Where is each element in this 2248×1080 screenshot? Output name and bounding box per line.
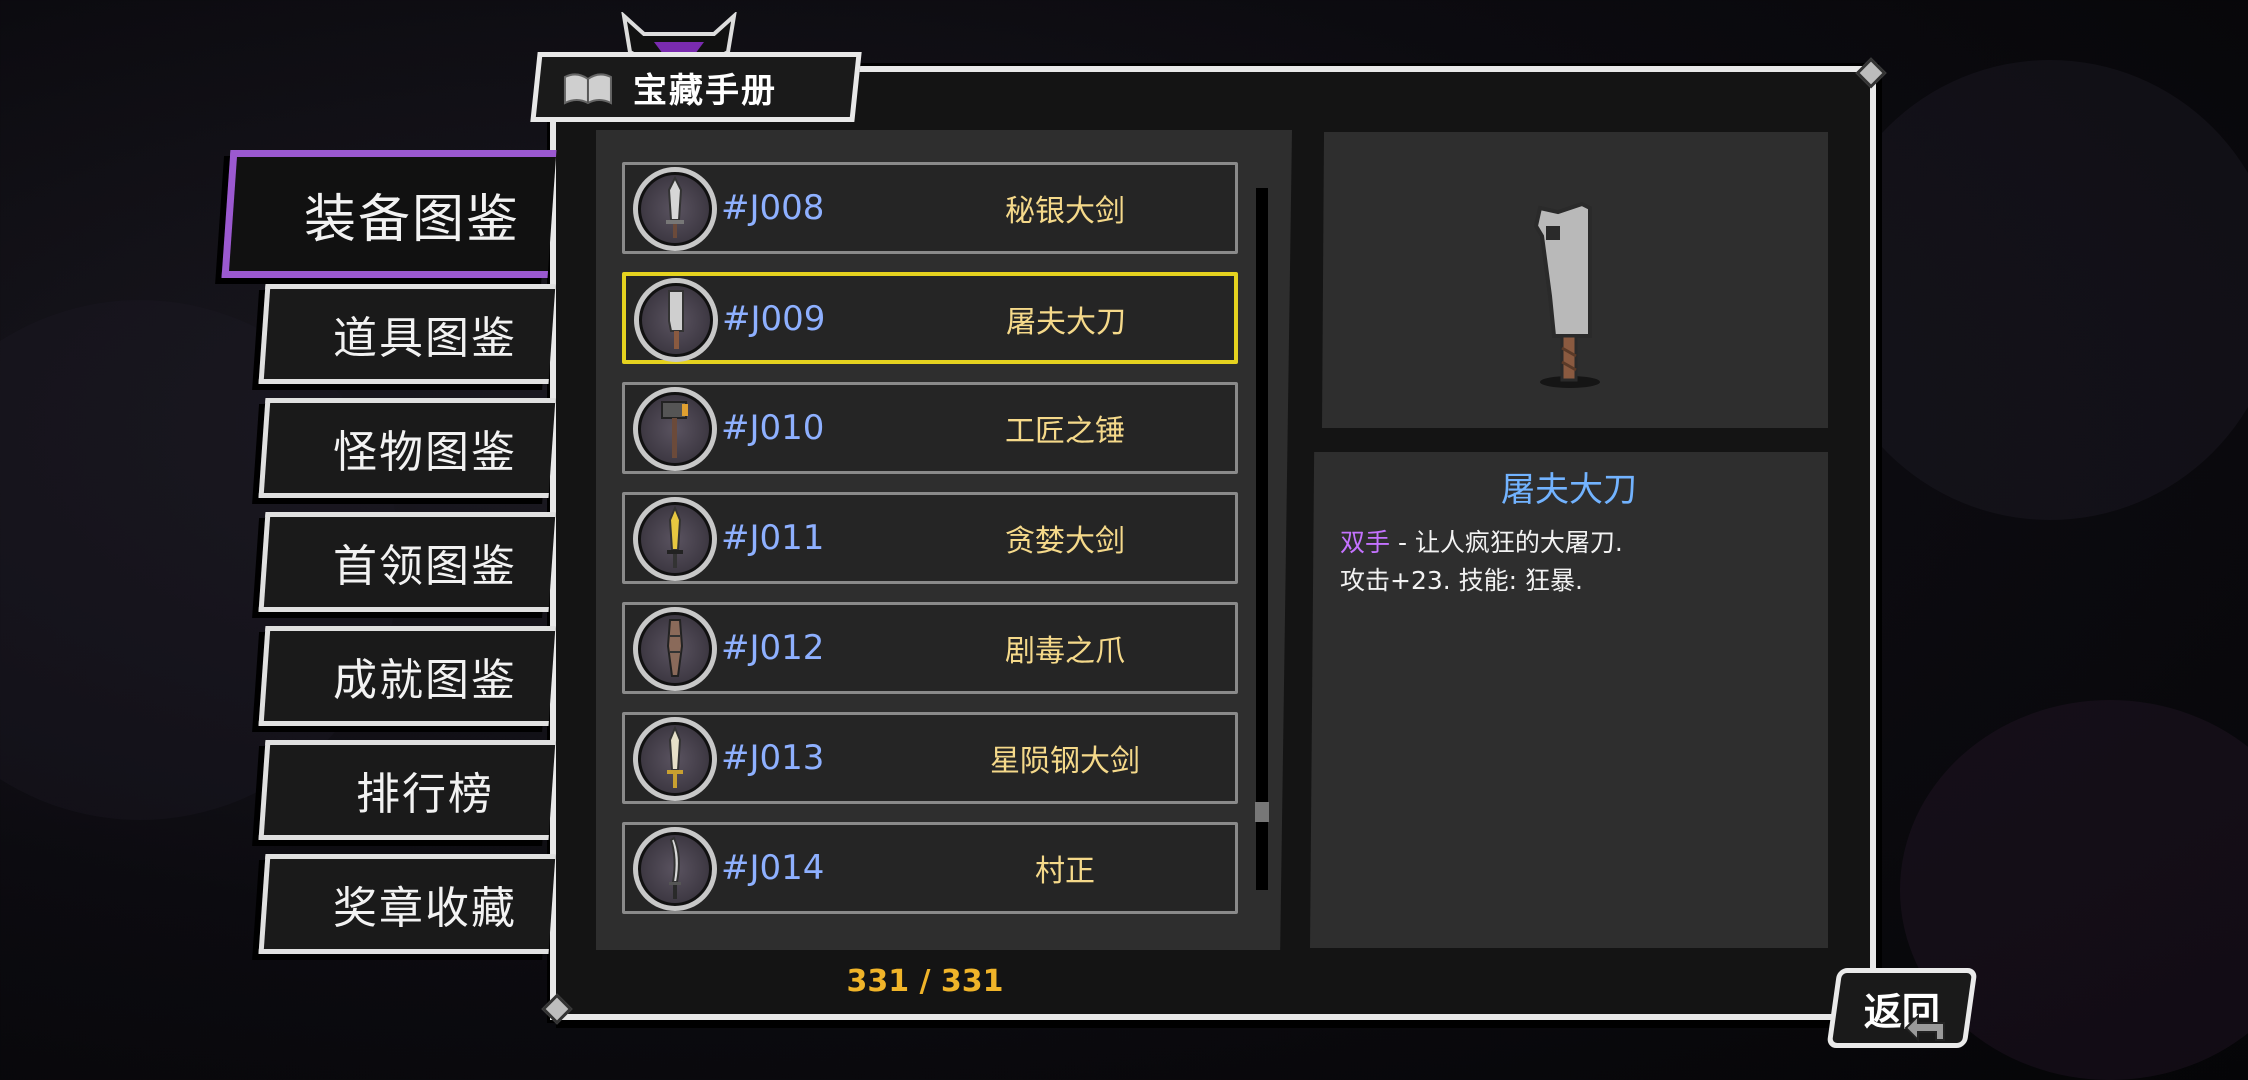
tab-label: 首领图鉴: [332, 541, 517, 592]
tab-leaderboard[interactable]: 排行榜: [258, 740, 556, 840]
cleaver-icon: [1533, 201, 1600, 388]
list-item[interactable]: #J012 剧毒之爪: [622, 602, 1238, 694]
item-id: #J011: [721, 518, 825, 558]
description-line-2: 攻击+23. 技能: 狂暴.: [1340, 566, 1583, 595]
tab-bosses[interactable]: 首领图鉴: [258, 512, 556, 612]
tab-label: 道具图鉴: [332, 313, 517, 364]
tab-label: 成就图鉴: [332, 655, 517, 706]
item-id: #J010: [721, 408, 825, 448]
tab-items[interactable]: 道具图鉴: [258, 284, 556, 384]
greatsword-icon: [633, 167, 717, 251]
tab-equipment[interactable]: 装备图鉴: [221, 150, 557, 278]
list-item[interactable]: #J013 星陨钢大剑: [622, 712, 1238, 804]
tab-achievements[interactable]: 成就图鉴: [258, 626, 556, 726]
item-name: 秘银大剑: [1005, 194, 1125, 229]
item-name: 工匠之锤: [1005, 414, 1125, 449]
katana-icon: [633, 827, 717, 911]
scrollbar-thumb[interactable]: [1255, 802, 1269, 822]
item-name: 星陨钢大剑: [990, 744, 1140, 779]
tab-label: 奖章收藏: [332, 883, 517, 934]
hammer-icon: [633, 387, 717, 471]
item-name: 剧毒之爪: [1005, 634, 1125, 669]
item-detail-name: 屠夫大刀: [1501, 470, 1637, 510]
list-item[interactable]: #J010 工匠之锤: [622, 382, 1238, 474]
tab-monsters[interactable]: 怪物图鉴: [258, 398, 556, 498]
page-title: 宝藏手册: [633, 70, 777, 111]
cleaver-icon: [634, 278, 718, 362]
collection-count: 331 / 331: [846, 964, 1004, 999]
title-tab: 宝藏手册: [530, 52, 862, 122]
star-sword-icon: [633, 717, 717, 801]
tab-medals[interactable]: 奖章收藏: [258, 854, 556, 954]
item-name: 贪婪大剑: [1005, 524, 1125, 559]
tab-label: 排行榜: [355, 769, 494, 820]
scrollbar[interactable]: [1256, 188, 1268, 890]
weapon-type-tag: 双手: [1340, 528, 1391, 557]
return-arrow-icon: [1904, 1013, 1945, 1043]
description-line-1: - 让人疯狂的大屠刀.: [1390, 528, 1623, 557]
tab-label: 怪物图鉴: [332, 427, 517, 478]
list-item[interactable]: #J011 贪婪大剑: [622, 492, 1238, 584]
item-id: #J008: [721, 188, 825, 228]
golden-sword-icon: [633, 497, 717, 581]
item-id: #J014: [721, 848, 825, 888]
item-name: 屠夫大刀: [1006, 305, 1126, 340]
tab-label: 装备图鉴: [304, 189, 521, 250]
item-id: #J012: [721, 628, 825, 668]
item-id: #J013: [721, 738, 825, 778]
item-id: #J009: [722, 299, 826, 339]
background-shape: [1820, 60, 2248, 520]
list-item[interactable]: #J014 村正: [622, 822, 1238, 914]
list-item-selected[interactable]: #J009 屠夫大刀: [622, 272, 1238, 364]
item-name: 村正: [1035, 854, 1095, 889]
item-description: 双手 - 让人疯狂的大屠刀. 攻击+23. 技能: 狂暴.: [1340, 524, 1810, 600]
claw-icon: [633, 607, 717, 691]
list-item[interactable]: #J008 秘银大剑: [622, 162, 1238, 254]
book-icon: [564, 72, 612, 104]
